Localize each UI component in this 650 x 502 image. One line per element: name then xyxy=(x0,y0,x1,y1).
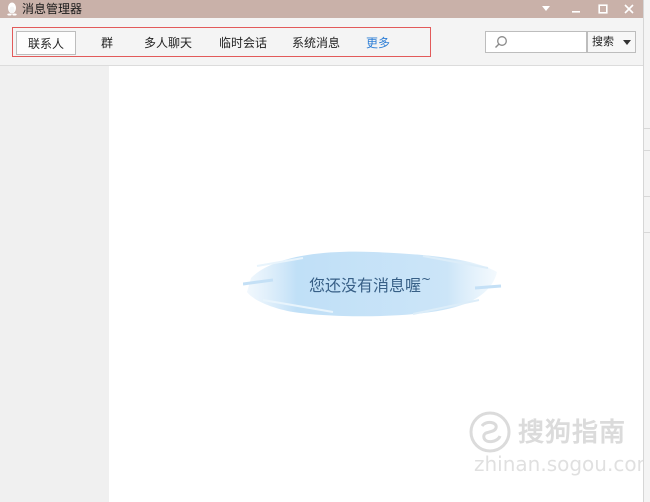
window-title: 消息管理器 xyxy=(22,2,83,16)
tab-multi-chat[interactable]: 多人聊天 xyxy=(141,32,195,54)
search-button-label: 搜索 xyxy=(592,35,614,48)
search-icon xyxy=(495,36,507,48)
empty-state-message: 您还没有消息喔~ xyxy=(309,272,432,295)
caret-down-icon xyxy=(623,40,631,45)
minimize-button[interactable] xyxy=(563,0,589,18)
title-bar[interactable]: 消息管理器 xyxy=(0,0,643,18)
tab-contacts[interactable]: 联系人 xyxy=(16,31,76,55)
tab-temp-session[interactable]: 临时会话 xyxy=(216,32,270,54)
background-window-edge xyxy=(643,0,650,502)
close-icon xyxy=(624,4,634,14)
qq-penguin-icon xyxy=(7,2,17,16)
empty-state: 您还没有消息喔~ xyxy=(243,238,503,328)
sogou-watermark: 搜狗指南 zhinan.sogou.com xyxy=(464,410,650,480)
divider xyxy=(644,232,650,233)
close-button[interactable] xyxy=(616,0,642,18)
search-box[interactable] xyxy=(485,31,587,53)
message-content-area: 您还没有消息喔~ 搜狗指南 zhinan.sogou.com xyxy=(109,66,650,502)
tab-system-messages[interactable]: 系统消息 xyxy=(289,32,343,54)
watermark-url: zhinan.sogou.com xyxy=(474,452,650,476)
chevron-down-icon xyxy=(542,6,550,11)
tab-more[interactable]: 更多 xyxy=(364,32,392,54)
contact-sidebar[interactable] xyxy=(0,66,109,502)
divider xyxy=(644,150,650,151)
tilde-decoration: ~ xyxy=(421,272,432,286)
search-input[interactable] xyxy=(510,33,584,51)
maximize-icon xyxy=(598,4,608,14)
sogou-logo-icon xyxy=(469,411,511,453)
minimize-icon xyxy=(572,11,580,13)
divider xyxy=(644,128,650,129)
dropdown-button[interactable] xyxy=(533,0,559,18)
search-button[interactable]: 搜索 xyxy=(587,31,636,53)
message-manager-window: 消息管理器 联系人 群 多人聊天 临时会话 系统消息 更多 搜索 您还没有消息喔… xyxy=(0,0,650,502)
watermark-text: 搜狗指南 xyxy=(518,418,627,448)
toolbar: 联系人 群 多人聊天 临时会话 系统消息 更多 搜索 xyxy=(0,18,643,66)
divider xyxy=(644,196,650,197)
maximize-button[interactable] xyxy=(590,0,616,18)
tab-groups[interactable]: 群 xyxy=(98,32,116,54)
